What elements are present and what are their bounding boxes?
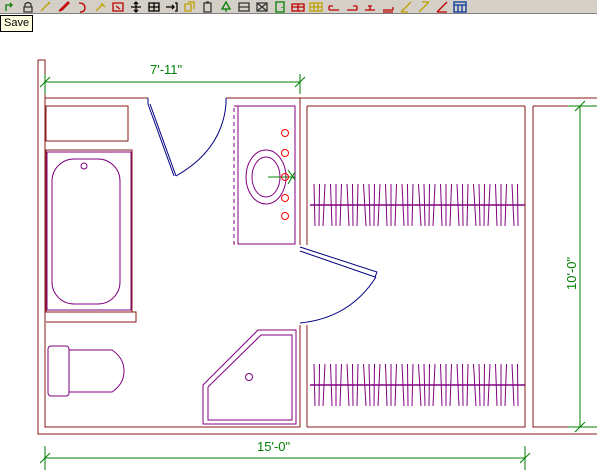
- top-dim-line: [39, 74, 306, 94]
- toilet: [47, 345, 125, 397]
- closet-rods: [310, 183, 525, 407]
- doors: [147, 98, 378, 324]
- corner-shower: [202, 329, 297, 425]
- dimension-lines: [39, 74, 597, 470]
- closet-door-swing: [299, 276, 377, 324]
- closet-door-leaf: [299, 246, 378, 278]
- tub-partition-wall: [46, 311, 137, 323]
- faucet-handles: [281, 129, 289, 220]
- floor-plan-canvas[interactable]: 7'-11" 15'-0" 10'-0": [0, 0, 597, 472]
- bathtub: [45, 149, 133, 313]
- right-height-label: 10'-0": [564, 256, 579, 290]
- lower-closet-rod: [310, 363, 525, 407]
- entry-door-leaf: [147, 98, 177, 177]
- linen-shelf: [45, 105, 129, 142]
- entry-door-swing: [175, 103, 227, 177]
- upper-closet-rod: [310, 183, 525, 227]
- vanity: [233, 105, 296, 245]
- top-width-label: 7'-11": [150, 62, 183, 77]
- bathroom-outer-wall: [44, 98, 301, 428]
- save-tooltip: Save: [0, 15, 34, 32]
- closet-right-wall: [307, 106, 526, 428]
- left-wall-stub: [38, 59, 46, 98]
- bottom-width-label: 15'-0": [257, 439, 291, 454]
